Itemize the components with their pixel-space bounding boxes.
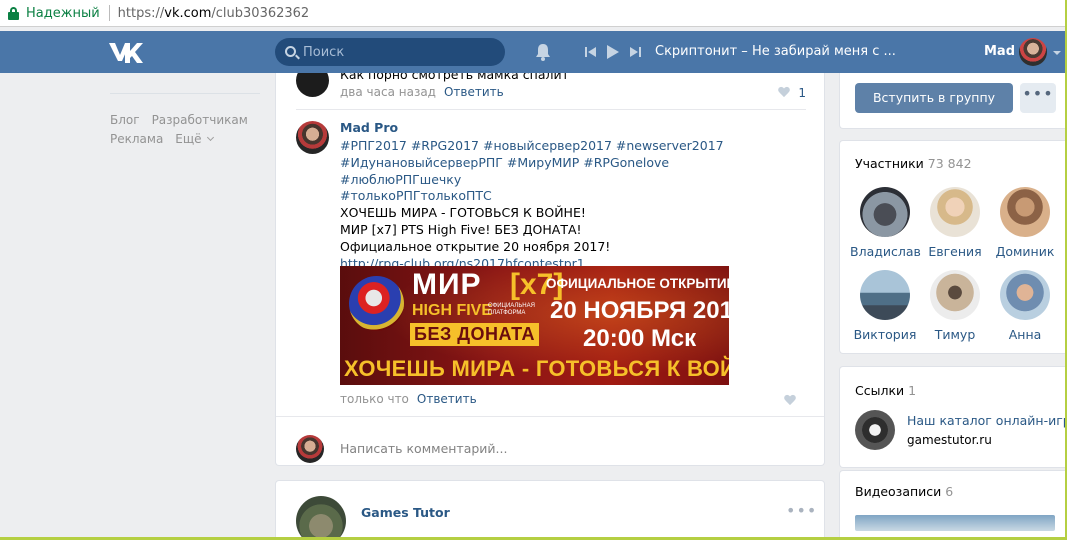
member-item[interactable]: Евгения (920, 187, 990, 259)
like-button[interactable]: 1 (778, 86, 806, 100)
banner-text: 20:00 Мск (583, 325, 697, 352)
link-title[interactable]: Наш каталог онлайн-игр (907, 413, 1067, 428)
previous-track-icon[interactable] (583, 43, 599, 61)
like-button[interactable] (784, 394, 804, 408)
more-options-icon[interactable]: ••• (786, 503, 817, 519)
search-input[interactable] (303, 38, 498, 66)
member-item[interactable]: Доминик (990, 187, 1060, 259)
member-name: Анна (1008, 327, 1042, 342)
menu-link-developers[interactable]: Разработчикам (152, 113, 248, 127)
member-name: Тимур (934, 327, 976, 342)
reply-link[interactable]: Ответить (444, 85, 504, 99)
menu-link-more[interactable]: Ещё (175, 132, 212, 146)
links-header[interactable]: Ссылки 1 (855, 383, 916, 398)
post-author[interactable]: Games Tutor (361, 505, 450, 520)
menu-link-ads[interactable]: Реклама (110, 132, 163, 146)
next-track-icon[interactable] (627, 43, 643, 61)
comment-avatar[interactable] (296, 73, 329, 97)
chevron-down-icon[interactable] (1053, 51, 1061, 55)
member-name: Доминик (995, 244, 1055, 259)
join-card: Вступить в группу ••• (839, 73, 1067, 129)
vk-logo-icon[interactable] (108, 41, 144, 63)
banner-text: 20 НОЯБРЯ 2017 (550, 297, 729, 324)
banner-text: ОФИЦИАЛЬНАЯ ПЛАТФОРМА (488, 303, 535, 316)
member-name: Виктория (853, 327, 917, 342)
promo-banner-image[interactable]: МИР [x7] HIGH FIVE ОФИЦИАЛЬНАЯ ПЛАТФОРМА… (340, 266, 729, 385)
comment-text: Как порно смотреть мамка спалит (340, 73, 569, 82)
comment-meta: только что Ответить (340, 392, 477, 406)
comment-body: #РПГ2017 #RPG2017 #новыйсервер2017 #news… (340, 138, 790, 272)
divider (296, 109, 806, 110)
divider (276, 416, 824, 417)
banner-text: ОФИЦИАЛЬНОЕ ОТКРЫТИЕ (546, 276, 729, 291)
comment-time[interactable]: только что (340, 392, 409, 406)
bell-icon[interactable] (534, 43, 552, 61)
post-card: Как порно смотреть мамка спалит два часа… (275, 73, 825, 466)
reply-link[interactable]: Ответить (417, 392, 477, 406)
members-header[interactable]: Участники 73 842 (855, 156, 972, 171)
member-avatar (930, 270, 980, 320)
hashtags[interactable]: #РПГ2017 #RPG2017 #новыйсервер2017 #news… (340, 138, 790, 155)
user-name[interactable]: Mad (984, 44, 1015, 59)
banner-text: ХОЧЕШЬ МИРА - ГОТОВЬСЯ К ВОЙНЕ (344, 356, 729, 381)
comment-author[interactable]: Mad Pro (340, 120, 398, 135)
member-avatar (860, 187, 910, 237)
more-actions-button[interactable]: ••• (1020, 83, 1056, 113)
comment-line: ХОЧЕШЬ МИРА - ГОТОВЬСЯ К ВОЙНЕ! (340, 205, 586, 221)
comment-meta: два часа назад Ответить (340, 85, 504, 99)
comment-time[interactable]: два часа назад (340, 85, 436, 99)
now-playing-title[interactable]: Скриптонит – Не забирай меня с ... (655, 44, 896, 59)
post-card: Games Tutor ••• (275, 480, 825, 540)
member-avatar (930, 187, 980, 237)
member-item[interactable]: Владислав (850, 187, 921, 259)
member-item[interactable]: Тимур (920, 270, 990, 342)
search-icon (285, 46, 296, 57)
hashtags[interactable]: #толькоРПГтолькоПТС (340, 188, 790, 205)
members-card: Участники 73 842 Владислав Евгения Домини… (839, 140, 1067, 354)
menu-link-blog[interactable]: Блог (110, 113, 140, 127)
like-count: 1 (798, 86, 806, 100)
member-name: Евгения (928, 244, 982, 259)
link-avatar[interactable] (855, 410, 895, 450)
post-author-avatar[interactable] (296, 496, 346, 539)
heart-icon (784, 395, 796, 406)
comment-line: МИР [x7] PTS High Five! БЕЗ ДОНАТА! (340, 221, 582, 237)
site-header: Скриптонит – Не забирай меня с ... Mad (0, 31, 1067, 73)
banner-text: МИР (412, 268, 482, 301)
hashtags[interactable]: #ИдунановыйсерверРПГ #МируМИР #RPGonelov… (340, 155, 790, 189)
comment-input[interactable]: Написать комментарий... (340, 441, 507, 456)
emblem-icon (349, 276, 404, 331)
videos-header[interactable]: Видеозаписи 6 (855, 484, 953, 499)
user-avatar (296, 435, 324, 463)
links-card: Ссылки 1 Наш каталог онлайн-игр gamestuto… (839, 366, 1067, 468)
comment-input-row[interactable]: Написать комментарий... (296, 425, 806, 463)
member-name: Владислав (850, 244, 921, 259)
comment-item: Как порно смотреть мамка спалит два часа… (296, 73, 806, 109)
member-avatar (1000, 270, 1050, 320)
link-domain: gamestutor.ru (907, 433, 992, 447)
user-avatar[interactable] (1019, 38, 1047, 66)
video-thumbnail[interactable] (855, 515, 1055, 531)
member-avatar (1000, 187, 1050, 237)
member-item[interactable]: Виктория (850, 270, 920, 342)
videos-card: Видеозаписи 6 (839, 470, 1067, 540)
url-text[interactable]: https://vk.com/club30362362 (118, 6, 310, 21)
comment-line: Официальное открытие 20 ноября 2017! (340, 238, 611, 254)
secure-label: Надежный (26, 5, 100, 21)
heart-icon (778, 87, 790, 98)
play-icon[interactable] (604, 43, 620, 61)
member-avatar (860, 270, 910, 320)
lock-icon (8, 6, 19, 20)
search-box[interactable] (275, 38, 505, 66)
banner-text: БЕЗ ДОНАТА (410, 323, 540, 346)
address-separator (108, 5, 110, 21)
left-menu-footer: Блог Разработчикам Реклама Ещё (110, 93, 260, 149)
join-group-button[interactable]: Вступить в группу (855, 83, 1013, 113)
member-item[interactable]: Анна (990, 270, 1060, 342)
banner-text: HIGH FIVE (412, 302, 493, 319)
address-bar[interactable]: Надежный https://vk.com/club30362362 (0, 0, 1067, 27)
comment-avatar[interactable] (296, 121, 329, 154)
